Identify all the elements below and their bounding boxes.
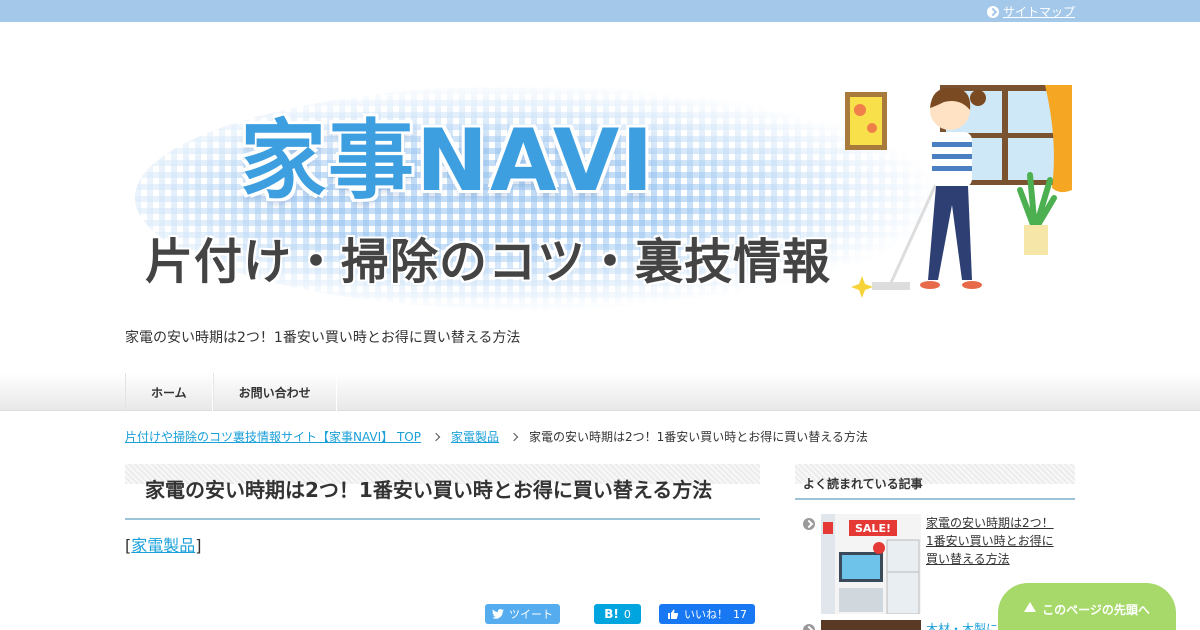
site-logo-subtitle: 片付け・掃除のコツ・裏技情報	[145, 234, 832, 290]
nav-item-home[interactable]: ホーム	[125, 373, 213, 411]
site-logo-text: 家事NAVI	[240, 111, 656, 211]
chevron-right-icon	[803, 624, 815, 630]
popular-post-thumbnail[interactable]	[821, 620, 921, 630]
top-bar: サイトマップ	[0, 0, 1200, 22]
site-banner[interactable]: 家事NAVI 片付け・掃除のコツ・裏技情報	[125, 70, 1075, 320]
hatena-label: B!	[604, 607, 619, 621]
article-main: 家電の安い時期は2つ！1番安い買い時とお得に買い替える方法 [家電製品] ツイー…	[125, 464, 760, 624]
like-label: いいね！	[684, 608, 728, 621]
sidebar: よく読まれている記事 SALE! 家電の安い時期は2つ！1番安い買い時とお得に買…	[795, 464, 1075, 630]
thumbs-up-icon	[668, 609, 679, 620]
cleaning-woman-illustration	[845, 85, 1072, 298]
global-nav: ホーム お問い合わせ	[0, 373, 1200, 411]
breadcrumb: 片付けや掃除のコツ裏技情報サイト【家事NAVI】 TOP 家電製品 家電の安い時…	[125, 428, 868, 445]
nav-item-contact[interactable]: お問い合わせ	[212, 373, 337, 411]
article-category-link[interactable]: 家電製品	[131, 536, 195, 555]
breadcrumb-current: 家電の安い時期は2つ！1番安い買い時とお得に買い替える方法	[529, 430, 868, 444]
sale-badge-text: SALE!	[855, 522, 891, 535]
article-category: [家電製品]	[125, 536, 202, 555]
tweet-label: ツイート	[509, 608, 553, 621]
arrow-up-icon	[1024, 602, 1037, 612]
facebook-like-button[interactable]: いいね！ 17	[659, 604, 755, 624]
chevron-right-icon	[431, 432, 441, 441]
popular-post-thumbnail[interactable]: SALE!	[821, 514, 921, 614]
chevron-right-icon	[803, 518, 815, 530]
chevron-right-icon	[509, 432, 519, 441]
breadcrumb-home-link[interactable]: 片付けや掃除のコツ裏技情報サイト【家事NAVI】 TOP	[125, 428, 421, 445]
twitter-bird-icon	[492, 609, 504, 619]
popular-posts-heading: よく読まれている記事	[795, 464, 1075, 500]
hatena-count: 0	[623, 607, 631, 621]
chevron-right-icon	[986, 5, 999, 18]
page-title: 家電の安い時期は2つ！1番安い買い時とお得に買い替える方法	[145, 478, 713, 502]
tweet-button[interactable]: ツイート	[485, 604, 560, 624]
breadcrumb-category-link[interactable]: 家電製品	[451, 428, 499, 445]
article-title-box: 家電の安い時期は2つ！1番安い買い時とお得に買い替える方法	[125, 464, 760, 520]
sitemap-link[interactable]: サイトマップ	[986, 3, 1075, 20]
like-count: 17	[733, 607, 747, 621]
sitemap-label: サイトマップ	[1002, 5, 1075, 19]
site-tagline: 家電の安い時期は2つ！1番安い買い時とお得に買い替える方法	[125, 330, 521, 346]
back-to-top-button[interactable]: このページの先頭へ	[998, 583, 1176, 630]
popular-post-link[interactable]: 家電の安い時期は2つ！1番安い買い時とお得に買い替える方法	[926, 514, 1061, 568]
hatena-bookmark-button[interactable]: B! 0	[594, 604, 641, 624]
back-to-top-label: このページの先頭へ	[1042, 603, 1150, 617]
